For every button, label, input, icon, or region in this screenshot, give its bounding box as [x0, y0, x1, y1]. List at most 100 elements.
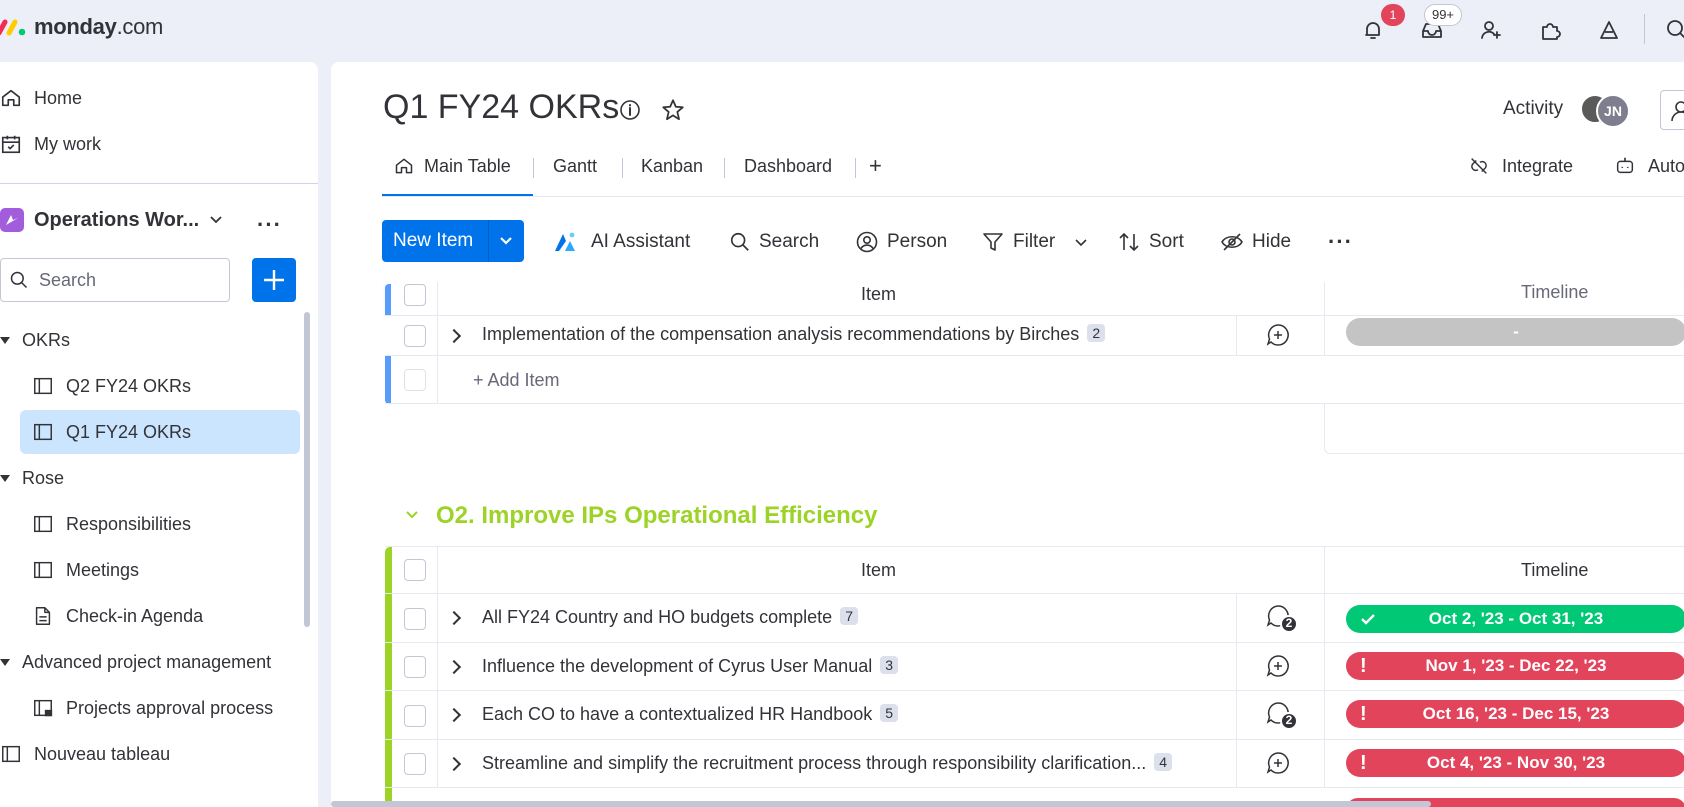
activity-link[interactable]: Activity — [1503, 98, 1563, 120]
integrate-button[interactable]: Integrate — [1468, 148, 1573, 184]
board-q1-fy24-okrs[interactable]: Q1 FY24 OKRs — [20, 410, 300, 454]
sidebar-search-input[interactable]: Search — [0, 258, 230, 302]
column-header-item[interactable]: Item — [861, 284, 896, 305]
subitems-count: 3 — [880, 656, 899, 674]
tab-label: Main Table — [424, 155, 511, 176]
add-update-icon[interactable] — [1265, 750, 1291, 776]
workspace-selector[interactable]: Operations Wor... — [0, 208, 223, 232]
folder-okrs[interactable]: OKRs — [0, 318, 70, 362]
add-item-row[interactable]: + Add Item — [385, 356, 1684, 404]
tab-kanban[interactable]: Kanban — [641, 148, 703, 184]
updates-icon[interactable]: 2 — [1265, 700, 1299, 730]
group-collapse-chevron-icon[interactable] — [403, 506, 421, 524]
expand-subitems-icon[interactable] — [446, 756, 462, 772]
left-sidebar: Home My work Operations Wor... ··· Searc… — [0, 62, 318, 807]
board-q2-fy24-okrs[interactable]: Q2 FY24 OKRs — [20, 364, 300, 408]
board-title[interactable]: Q1 FY24 OKRs — [383, 88, 619, 127]
tab-main-table[interactable]: Main Table — [394, 148, 511, 184]
sort-button[interactable]: Sort — [1117, 228, 1184, 256]
filter-button[interactable]: Filter — [981, 228, 1089, 256]
search-button[interactable]: Search — [729, 228, 819, 256]
row-checkbox[interactable] — [404, 656, 426, 678]
folder-rose[interactable]: Rose — [0, 456, 64, 500]
workspace-more-icon[interactable]: ··· — [257, 212, 282, 238]
chevron-down-icon[interactable] — [489, 220, 523, 262]
star-icon[interactable] — [660, 97, 686, 123]
chevron-down-icon[interactable] — [1073, 234, 1089, 250]
more-options-icon[interactable]: ··· — [1328, 229, 1353, 255]
expand-subitems-icon[interactable] — [446, 707, 462, 723]
filter-icon — [983, 233, 1003, 251]
item-name[interactable]: Influence the development of Cyrus User … — [482, 656, 899, 677]
nav-my-work-label: My work — [34, 133, 101, 154]
add-update-icon[interactable] — [1265, 653, 1291, 679]
board-label: Responsibilities — [66, 513, 192, 534]
column-header-timeline[interactable]: Timeline — [1521, 282, 1588, 303]
expand-subitems-icon[interactable] — [446, 610, 462, 626]
sort-icon — [1119, 232, 1139, 252]
ai-assistant-button[interactable]: AI Assistant — [553, 228, 690, 256]
expand-subitems-icon[interactable] — [446, 328, 462, 344]
row-checkbox[interactable] — [404, 705, 426, 727]
plus-icon — [264, 270, 284, 290]
board-nouveau-tableau[interactable]: Nouveau tableau — [0, 732, 170, 776]
apps-marketplace-icon[interactable] — [1538, 18, 1562, 42]
person-filter-button[interactable]: Person — [855, 228, 947, 256]
add-view-button[interactable]: + — [869, 148, 882, 184]
info-icon[interactable] — [618, 98, 642, 122]
item-name[interactable]: All FY24 Country and HO budgets complete… — [482, 607, 858, 628]
notifications-bell-icon[interactable] — [1361, 18, 1385, 42]
row-checkbox — [404, 369, 426, 391]
select-all-checkbox[interactable] — [404, 559, 426, 581]
horizontal-scrollbar[interactable] — [331, 801, 1431, 807]
board-icon — [34, 377, 52, 395]
automate-button[interactable]: Auto — [1614, 148, 1684, 184]
timeline-pill[interactable]: ! Oct 16, '23 - Dec 15, '23 — [1346, 700, 1684, 728]
sidebar-scrollbar[interactable] — [304, 312, 310, 627]
row-checkbox[interactable] — [404, 608, 426, 630]
item-name[interactable]: Each CO to have a contextualized HR Hand… — [482, 704, 899, 725]
column-header-timeline[interactable]: Timeline — [1521, 560, 1588, 581]
tab-gantt[interactable]: Gantt — [553, 148, 597, 184]
timeline-pill[interactable]: ! Oct 4, '23 - Nov 30, '23 — [1346, 749, 1684, 777]
updates-icon[interactable]: 2 — [1265, 603, 1299, 633]
subitems-count: 2 — [1087, 324, 1106, 342]
new-item-button[interactable]: New Item — [382, 220, 524, 262]
column-header-item[interactable]: Item — [861, 560, 896, 581]
tab-separator — [855, 158, 856, 178]
nav-my-work[interactable]: My work — [0, 124, 101, 164]
row-checkbox[interactable] — [404, 753, 426, 775]
group2-title[interactable]: O2. Improve IPs Operational Efficiency — [436, 502, 877, 530]
timeline-pill[interactable]: - — [1346, 318, 1684, 346]
board-responsibilities[interactable]: Responsibilities — [20, 502, 191, 546]
overdue-alert-icon: ! — [1360, 752, 1367, 774]
row-checkbox[interactable] — [404, 325, 426, 347]
tab-dashboard[interactable]: Dashboard — [744, 148, 832, 184]
invite-members-icon[interactable] — [1479, 18, 1503, 42]
caret-down-icon — [0, 336, 10, 344]
doc-check-in-agenda[interactable]: Check-in Agenda — [20, 594, 203, 638]
expand-subitems-icon[interactable] — [446, 659, 462, 675]
notifications-badge: 1 — [1381, 4, 1405, 26]
invite-button[interactable] — [1660, 90, 1684, 130]
add-update-icon[interactable] — [1265, 322, 1291, 348]
timeline-pill[interactable]: Oct 2, '23 - Oct 31, '23 — [1346, 605, 1684, 633]
add-item-input[interactable]: + Add Item — [473, 370, 560, 391]
item-name[interactable]: Implementation of the compensation analy… — [482, 324, 1106, 345]
user-avatar-jn[interactable]: JN — [1596, 94, 1630, 128]
help-icon[interactable] — [1597, 18, 1621, 42]
board-projects-approval-process[interactable]: Projects approval process — [20, 686, 273, 730]
timeline-pill[interactable]: ! Nov 1, '23 - Dec 22, '23 — [1346, 652, 1684, 680]
nav-home[interactable]: Home — [0, 78, 82, 118]
updates-count: 2 — [1285, 713, 1293, 727]
search-everything-icon[interactable] — [1665, 18, 1684, 42]
folder-advanced-project-management[interactable]: Advanced project management — [0, 640, 271, 684]
hide-button[interactable]: Hide — [1220, 228, 1291, 256]
item-name[interactable]: Streamline and simplify the recruitment … — [482, 753, 1173, 774]
board-meetings[interactable]: Meetings — [20, 548, 139, 592]
monday-logo[interactable]: monday.com — [0, 14, 163, 40]
search-placeholder: Search — [39, 269, 97, 290]
search-icon — [730, 232, 749, 251]
select-all-checkbox[interactable] — [404, 284, 426, 306]
add-item-button[interactable] — [252, 258, 296, 302]
